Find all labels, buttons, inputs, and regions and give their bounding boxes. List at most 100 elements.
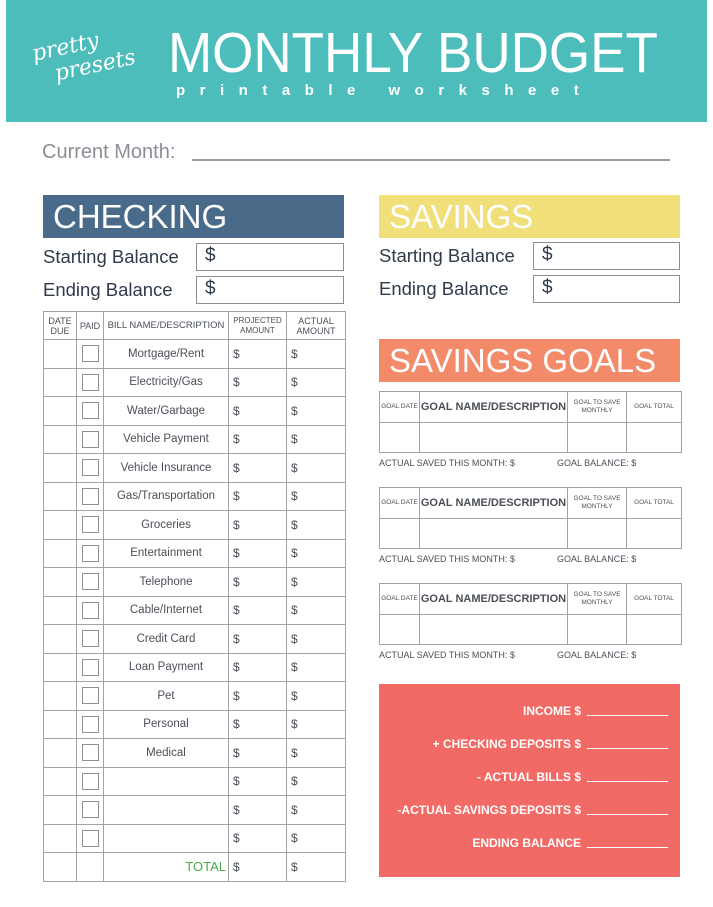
goal-monthly-field[interactable]	[567, 614, 627, 645]
bill-actual-amount-field[interactable]: $	[286, 481, 346, 511]
goal-name-field[interactable]	[419, 518, 568, 549]
bill-actual-amount-field[interactable]: $	[286, 396, 346, 426]
bill-date-due-field[interactable]	[43, 738, 77, 768]
bill-projected-amount-field[interactable]: $	[228, 738, 287, 768]
bill-actual-amount-field[interactable]: $	[286, 595, 346, 625]
bill-projected-amount-field[interactable]: $	[228, 424, 287, 454]
goal-name-field[interactable]	[419, 422, 568, 453]
summary-row-field[interactable]	[587, 747, 668, 749]
summary-row-field[interactable]	[587, 780, 668, 782]
bill-paid-checkbox[interactable]	[81, 430, 99, 448]
bill-date-due-field[interactable]	[43, 538, 77, 568]
bill-projected-amount-field[interactable]: $	[228, 453, 287, 483]
bill-paid-checkbox[interactable]	[81, 630, 99, 648]
bill-actual-amount-field[interactable]: $	[286, 367, 346, 397]
goal-total-field[interactable]	[626, 422, 682, 453]
bill-date-due-field[interactable]	[43, 795, 77, 825]
bill-actual-amount-field[interactable]: $	[286, 766, 346, 796]
bill-actual-amount-field[interactable]: $	[286, 709, 346, 739]
current-month-field[interactable]	[192, 159, 670, 161]
bill-date-due-field[interactable]	[43, 510, 77, 540]
goal-monthly-field[interactable]	[567, 518, 627, 549]
bill-projected-amount-field[interactable]: $	[228, 367, 287, 397]
bill-paid-checkbox[interactable]	[81, 402, 99, 420]
bill-actual-amount-field[interactable]: $	[286, 567, 346, 597]
bill-actual-amount-field[interactable]: $	[286, 453, 346, 483]
savings-ending-balance-field[interactable]: $	[533, 275, 680, 303]
bill-date-due-field[interactable]	[43, 567, 77, 597]
bill-projected-amount-field[interactable]: $	[228, 595, 287, 625]
bill-projected-amount-field[interactable]: $	[228, 823, 287, 853]
bill-paid-checkbox[interactable]	[81, 345, 99, 363]
goal-monthly-field[interactable]	[567, 422, 627, 453]
bill-date-due-field[interactable]	[43, 624, 77, 654]
bill-actual-amount-field[interactable]: $	[286, 538, 346, 568]
bill-actual-amount-field[interactable]: $	[286, 738, 346, 768]
bill-date-due-field[interactable]	[43, 367, 77, 397]
bill-date-due-field[interactable]	[43, 481, 77, 511]
bill-projected-amount-field[interactable]: $	[228, 396, 287, 426]
bill-paid-checkbox[interactable]	[81, 744, 99, 762]
bill-date-due-field[interactable]	[43, 396, 77, 426]
bill-date-due-field[interactable]	[43, 709, 77, 739]
savings-starting-balance-field[interactable]: $	[533, 242, 680, 270]
checking-ending-balance-field[interactable]: $	[196, 276, 344, 304]
bill-projected-amount-field[interactable]: $	[228, 624, 287, 654]
bill-paid-checkbox[interactable]	[81, 487, 99, 505]
bill-paid-checkbox[interactable]	[81, 459, 99, 477]
bill-date-due-field[interactable]	[43, 339, 77, 369]
bill-paid-checkbox[interactable]	[81, 687, 99, 705]
bill-name[interactable]	[103, 823, 229, 853]
goal-date-field[interactable]	[379, 422, 420, 453]
bill-projected-amount-field[interactable]: $	[228, 339, 287, 369]
bill-projected-amount-field[interactable]: $	[228, 652, 287, 682]
total-actual-field[interactable]: $	[286, 852, 346, 882]
bill-paid-checkbox[interactable]	[81, 658, 99, 676]
bill-actual-amount-field[interactable]: $	[286, 624, 346, 654]
bill-date-due-field[interactable]	[43, 453, 77, 483]
col-goal-monthly: GOAL TO SAVE MONTHLY	[567, 583, 627, 615]
bill-actual-amount-field[interactable]: $	[286, 424, 346, 454]
bill-paid-checkbox[interactable]	[81, 829, 99, 847]
bill-paid-checkbox[interactable]	[81, 801, 99, 819]
total-projected-field[interactable]: $	[228, 852, 287, 882]
bill-projected-amount-field[interactable]: $	[228, 681, 287, 711]
goal-date-field[interactable]	[379, 614, 420, 645]
bill-actual-amount-field[interactable]: $	[286, 339, 346, 369]
bill-date-due-field[interactable]	[43, 823, 77, 853]
goal-total-field[interactable]	[626, 518, 682, 549]
bill-projected-amount-field[interactable]: $	[228, 795, 287, 825]
bill-paid-checkbox[interactable]	[81, 601, 99, 619]
bill-paid-checkbox[interactable]	[81, 772, 99, 790]
bill-paid-checkbox[interactable]	[81, 715, 99, 733]
bill-actual-amount-field[interactable]: $	[286, 823, 346, 853]
bill-actual-amount-field[interactable]: $	[286, 510, 346, 540]
bill-name[interactable]	[103, 766, 229, 796]
goal-date-field[interactable]	[379, 518, 420, 549]
bill-projected-amount-field[interactable]: $	[228, 709, 287, 739]
bill-date-due-field[interactable]	[43, 652, 77, 682]
goal-total-field[interactable]	[626, 614, 682, 645]
bill-paid-checkbox[interactable]	[81, 516, 99, 534]
bill-name[interactable]	[103, 795, 229, 825]
bill-date-due-field[interactable]	[43, 424, 77, 454]
goal-name-field[interactable]	[419, 614, 568, 645]
bill-paid-checkbox[interactable]	[81, 373, 99, 391]
bill-paid-checkbox[interactable]	[81, 544, 99, 562]
summary-row-field[interactable]	[587, 846, 668, 848]
bill-actual-amount-field[interactable]: $	[286, 795, 346, 825]
summary-row-field[interactable]	[587, 813, 668, 815]
bill-projected-amount-field[interactable]: $	[228, 510, 287, 540]
bill-projected-amount-field[interactable]: $	[228, 481, 287, 511]
summary-row-field[interactable]	[587, 714, 668, 716]
bill-projected-amount-field[interactable]: $	[228, 538, 287, 568]
checking-starting-balance-field[interactable]: $	[196, 243, 344, 271]
bill-date-due-field[interactable]	[43, 681, 77, 711]
bill-projected-amount-field[interactable]: $	[228, 567, 287, 597]
bill-paid-checkbox[interactable]	[81, 573, 99, 591]
bill-date-due-field[interactable]	[43, 766, 77, 796]
bill-date-due-field[interactable]	[43, 595, 77, 625]
bill-projected-amount-field[interactable]: $	[228, 766, 287, 796]
bill-actual-amount-field[interactable]: $	[286, 681, 346, 711]
bill-actual-amount-field[interactable]: $	[286, 652, 346, 682]
